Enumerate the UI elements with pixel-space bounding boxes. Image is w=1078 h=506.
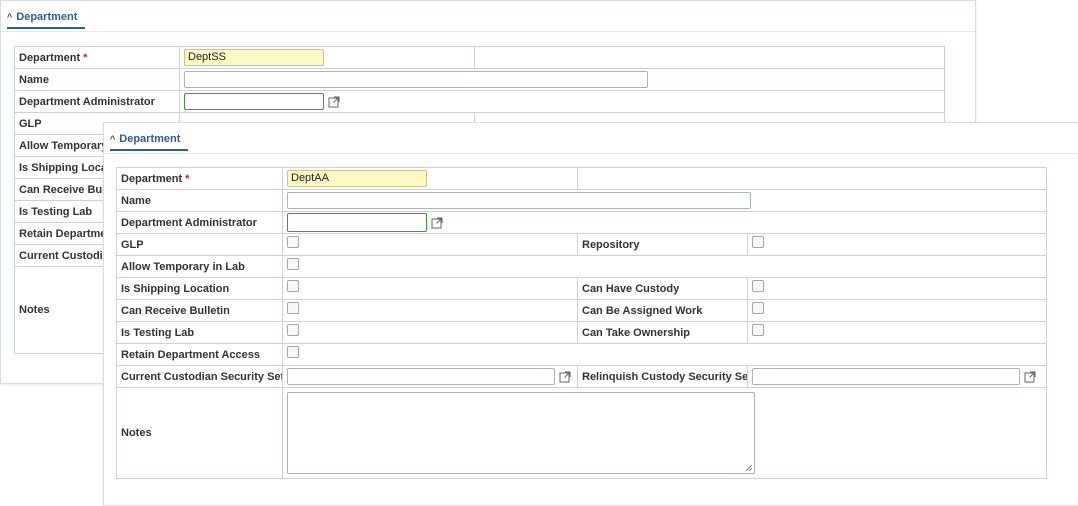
front-panel-header: ^ Department <box>104 123 1078 154</box>
bulletin-checkbox[interactable] <box>287 301 299 314</box>
row-glp: GLP Repository <box>116 233 1047 256</box>
ownership-checkbox[interactable] <box>752 323 764 336</box>
back-admin-label: Department Administrator <box>14 90 180 113</box>
row-bulletin: Can Receive Bulletin Can Be Assigned Wor… <box>116 299 1047 322</box>
relinquish-field[interactable] <box>752 368 1020 385</box>
admin-field[interactable] <box>287 213 427 232</box>
admin-label: Department Administrator <box>116 211 283 234</box>
notes-label: Notes <box>116 387 283 479</box>
testing-label: Is Testing Lab <box>116 321 283 344</box>
department-label: Department * <box>116 167 283 190</box>
front-department-panel: ^ Department Department * DeptAA Name Dep… <box>103 122 1078 506</box>
assigned-work-checkbox[interactable] <box>752 301 764 314</box>
back-row-department: Department * DeptSS <box>14 46 945 69</box>
chevron-up-icon: ^ <box>7 12 13 22</box>
back-row-name: Name <box>14 68 945 91</box>
glp-label: GLP <box>116 233 283 256</box>
back-section-title: Department <box>16 11 78 23</box>
external-link-icon[interactable] <box>431 217 443 229</box>
back-admin-field[interactable] <box>184 93 324 110</box>
custody-checkbox[interactable] <box>752 279 764 292</box>
relinquish-label: Relinquish Custody Security Set <box>577 365 748 388</box>
resize-grip-icon[interactable] <box>746 465 752 471</box>
allow-temp-checkbox[interactable] <box>287 257 299 270</box>
row-retain: Retain Department Access <box>116 343 1047 366</box>
bulletin-label: Can Receive Bulletin <box>116 299 283 322</box>
row-shipping: Is Shipping Location Can Have Custody <box>116 277 1047 300</box>
notes-textarea[interactable] <box>287 392 755 474</box>
name-label: Name <box>116 189 283 212</box>
front-section-title: Department <box>119 133 181 145</box>
assigned-work-label: Can Be Assigned Work <box>577 299 748 322</box>
row-department: Department * DeptAA <box>116 167 1047 190</box>
front-section-toggle[interactable]: ^ Department <box>110 129 189 151</box>
repository-checkbox[interactable] <box>752 235 764 248</box>
back-panel-header: ^ Department <box>1 1 975 32</box>
retain-checkbox[interactable] <box>287 345 299 358</box>
name-field[interactable] <box>287 192 751 209</box>
retain-label: Retain Department Access <box>116 343 283 366</box>
front-department-form: Department * DeptAA Name Department Admin… <box>116 167 1047 479</box>
external-link-icon[interactable] <box>559 371 571 383</box>
allow-temp-label: Allow Temporary in Lab <box>116 255 283 278</box>
back-row-admin: Department Administrator <box>14 90 945 113</box>
shipping-checkbox[interactable] <box>287 279 299 292</box>
external-link-icon[interactable] <box>328 96 340 108</box>
row-admin: Department Administrator <box>116 211 1047 234</box>
custodian-label: Current Custodian Security Set <box>116 365 283 388</box>
glp-checkbox[interactable] <box>287 235 299 248</box>
back-name-label: Name <box>14 68 180 91</box>
repository-label: Repository <box>577 233 748 256</box>
row-notes: Notes <box>116 387 1047 479</box>
external-link-icon[interactable] <box>1024 371 1036 383</box>
back-name-field[interactable] <box>184 71 648 88</box>
testing-checkbox[interactable] <box>287 323 299 336</box>
row-name: Name <box>116 189 1047 212</box>
back-department-label: Department * <box>14 46 180 69</box>
back-section-toggle[interactable]: ^ Department <box>7 7 86 29</box>
ownership-label: Can Take Ownership <box>577 321 748 344</box>
row-security-sets: Current Custodian Security Set Relinquis… <box>116 365 1047 388</box>
chevron-up-icon: ^ <box>110 134 116 144</box>
back-department-field[interactable]: DeptSS <box>184 49 324 66</box>
row-testing: Is Testing Lab Can Take Ownership <box>116 321 1047 344</box>
custodian-field[interactable] <box>287 368 555 385</box>
row-allow-temp: Allow Temporary in Lab <box>116 255 1047 278</box>
back-department-cell: DeptSS <box>179 46 475 69</box>
custody-label: Can Have Custody <box>577 277 748 300</box>
shipping-label: Is Shipping Location <box>116 277 283 300</box>
department-field[interactable]: DeptAA <box>287 170 427 187</box>
